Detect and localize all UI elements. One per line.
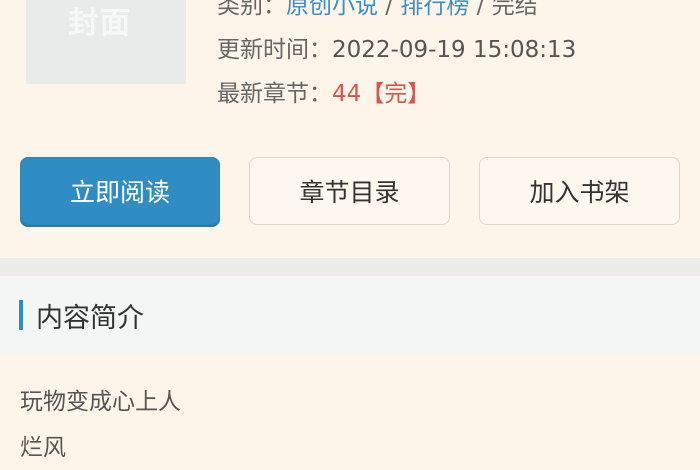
category-row: 类别：原创小说 / 排行榜 / 完结 (217, 0, 538, 20)
section-divider (0, 258, 700, 276)
updated-label: 更新时间： (217, 37, 332, 63)
category-separator: / (378, 0, 401, 19)
intro-line: 烂风 (20, 435, 66, 461)
updated-value: 2022-09-19 15:08:13 (332, 37, 577, 63)
category-separator: / (469, 0, 492, 19)
status-text: 完结 (491, 0, 538, 19)
add-to-shelf-button[interactable]: 加入书架 (479, 157, 680, 225)
chapter-list-button[interactable]: 章节目录 (249, 157, 450, 225)
category-label: 类别： (217, 0, 286, 19)
intro-line: 玩物变成心上人 (20, 389, 181, 415)
latest-chapter-link[interactable]: 44【完】 (332, 81, 430, 107)
read-now-button[interactable]: 立即阅读 (20, 157, 220, 225)
intro-heading: 内容简介 (36, 303, 144, 334)
latest-chapter-label: 最新章节： (217, 81, 332, 107)
category-link-original[interactable]: 原创小说 (286, 0, 378, 19)
section-accent-bar (19, 300, 23, 330)
book-cover[interactable]: 封面 (26, 0, 186, 84)
book-info-section: 封面 类别：原创小说 / 排行榜 / 完结 更新时间：2022-09-19 15… (0, 0, 700, 258)
cover-text: 封面 (68, 6, 132, 41)
updated-row: 更新时间：2022-09-19 15:08:13 (217, 30, 576, 64)
intro-section-header: 内容简介 (0, 276, 700, 354)
category-link-ranking[interactable]: 排行榜 (400, 0, 469, 19)
latest-chapter-row: 最新章节：44【完】 (217, 74, 430, 108)
